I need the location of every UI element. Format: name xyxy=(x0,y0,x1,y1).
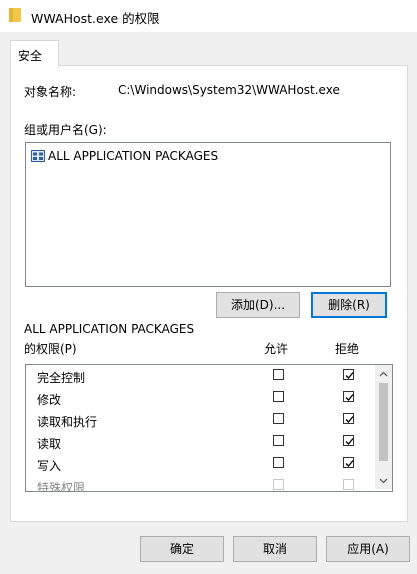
permission-name: 写入 xyxy=(37,459,62,473)
object-name-label: 对象名称: xyxy=(24,85,77,99)
permissions-scrollbar[interactable] xyxy=(375,365,392,489)
cancel-button[interactable]: 取消 xyxy=(233,536,317,562)
tab-security-label: 安全 xyxy=(18,49,43,63)
security-panel: 对象名称: C:\Windows\System32\WWAHost.exe 组或… xyxy=(10,65,408,522)
remove-button[interactable]: 删除(R) xyxy=(311,292,387,318)
allow-checkbox[interactable] xyxy=(273,369,284,380)
permission-row-read-execute: 读取和执行 xyxy=(26,409,376,431)
apply-button[interactable]: 应用(A) xyxy=(326,536,410,562)
checkmark-icon xyxy=(345,372,354,379)
allow-header: 允许 xyxy=(264,342,289,356)
groups-label: 组或用户名(G): xyxy=(24,123,107,137)
deny-checkbox[interactable] xyxy=(343,369,354,380)
tab-security[interactable]: 安全 xyxy=(10,40,59,67)
permission-row-write: 写入 xyxy=(26,453,376,475)
allow-checkbox[interactable] xyxy=(273,435,284,446)
checkmark-icon xyxy=(345,394,354,401)
groups-listbox[interactable]: ALL APPLICATION PACKAGES xyxy=(25,142,391,287)
deny-header: 拒绝 xyxy=(335,342,360,356)
deny-checkbox[interactable] xyxy=(343,413,354,424)
permission-name: 特殊权限 xyxy=(37,481,86,492)
permissions-list[interactable]: 完全控制 修改 读取和执行 读取 写入 特殊权限 xyxy=(25,364,393,492)
deny-checkbox[interactable] xyxy=(343,457,354,468)
list-item[interactable]: ALL APPLICATION PACKAGES xyxy=(31,148,218,164)
permission-row-full-control: 完全控制 xyxy=(26,365,376,387)
permission-name: 读取 xyxy=(37,437,62,451)
allow-checkbox[interactable] xyxy=(273,479,284,490)
object-name-value: C:\Windows\System32\WWAHost.exe xyxy=(118,83,340,97)
add-button[interactable]: 添加(D)... xyxy=(216,292,300,318)
permission-row-read: 读取 xyxy=(26,431,376,453)
permissions-subtitle: 的权限(P) xyxy=(24,342,77,356)
permission-name: 读取和执行 xyxy=(37,415,98,429)
scrollbar-thumb[interactable] xyxy=(379,383,388,461)
permission-name: 修改 xyxy=(37,393,62,407)
deny-checkbox[interactable] xyxy=(343,391,354,402)
deny-checkbox[interactable] xyxy=(343,479,354,490)
scroll-up-icon[interactable] xyxy=(375,365,392,382)
window-title: WWAHost.exe 的权限 xyxy=(31,11,160,26)
app-package-icon xyxy=(31,150,45,162)
allow-checkbox[interactable] xyxy=(273,413,284,424)
folder-icon xyxy=(9,8,21,22)
allow-checkbox[interactable] xyxy=(273,391,284,402)
scroll-down-icon[interactable] xyxy=(375,472,392,489)
permission-name: 完全控制 xyxy=(37,371,86,385)
ok-button[interactable]: 确定 xyxy=(140,536,224,562)
group-name: ALL APPLICATION PACKAGES xyxy=(48,149,219,163)
permission-row-special: 特殊权限 xyxy=(26,475,376,492)
permissions-title: ALL APPLICATION PACKAGES xyxy=(24,322,195,336)
checkmark-icon xyxy=(345,460,354,467)
checkmark-icon xyxy=(345,416,354,423)
allow-checkbox[interactable] xyxy=(273,457,284,468)
checkmark-icon xyxy=(345,438,354,445)
title-bar: WWAHost.exe 的权限 xyxy=(0,0,417,32)
deny-checkbox[interactable] xyxy=(343,435,354,446)
permission-row-modify: 修改 xyxy=(26,387,376,409)
